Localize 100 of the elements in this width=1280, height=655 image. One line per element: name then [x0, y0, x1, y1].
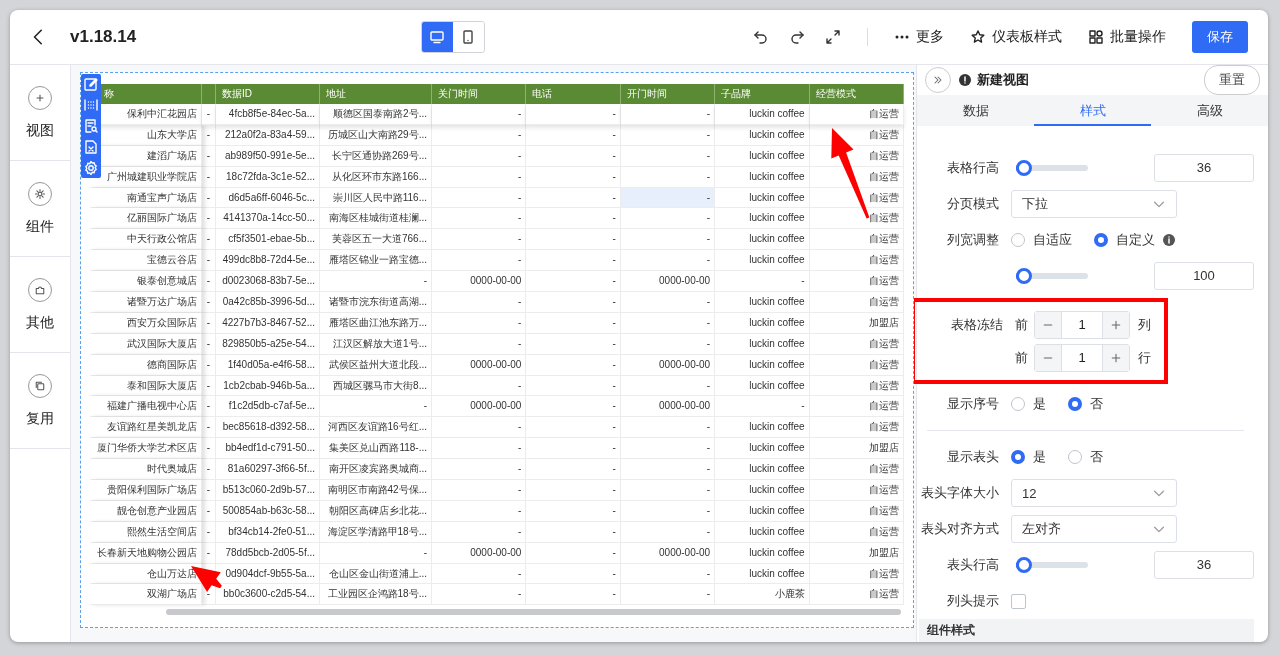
- table-cell: -: [620, 438, 716, 460]
- table-cell: luckin coffee: [715, 354, 810, 376]
- sidebar-item[interactable]: 其他: [10, 257, 70, 353]
- table-cell: -: [432, 250, 527, 272]
- table-cell: luckin coffee: [715, 333, 810, 355]
- table-cell: -: [526, 145, 621, 167]
- table-cell: 0000-00-00: [432, 396, 527, 418]
- table-cell: 自运营: [809, 208, 904, 230]
- table-cell: 顺德区国泰南路2号...: [320, 104, 432, 125]
- table-cell: luckin coffee: [715, 229, 810, 251]
- setting-label: 显示序号: [946, 395, 999, 413]
- table-cell: 宝德云谷店: [90, 250, 202, 272]
- table-cell: luckin coffee: [715, 521, 810, 543]
- table-cell: 自运营: [809, 417, 904, 439]
- table-cell: -: [432, 292, 527, 313]
- table-cell: 诸暨万达广场店: [90, 292, 202, 313]
- table-cell: luckin coffee: [715, 542, 810, 564]
- table-cell: -: [715, 396, 810, 418]
- table-cell: -: [526, 584, 621, 606]
- table-cell: -: [432, 375, 527, 397]
- table-cell: -: [202, 500, 216, 522]
- column-header: 地址: [320, 84, 432, 104]
- table-cell: -: [526, 500, 621, 522]
- table-cell: -: [526, 438, 621, 460]
- table-cell: 南开区凌宾路奥城商...: [320, 459, 432, 481]
- table-cell: luckin coffee: [715, 124, 810, 146]
- panel-tab[interactable]: 样式: [1034, 95, 1151, 126]
- table-cell: 南海区桂城街道桂澜...: [320, 208, 432, 230]
- table-cell: bb4edf1d-c791-50...: [216, 438, 320, 460]
- table-cell: -: [432, 208, 527, 230]
- toolbar-action[interactable]: 更多: [894, 28, 944, 46]
- table-cell: luckin coffee: [715, 145, 810, 167]
- table-cell: 集美区兑山西路118-...: [320, 438, 432, 460]
- table-cell: 南通宝声广场店: [90, 187, 202, 209]
- panel-tab[interactable]: 数据: [917, 95, 1034, 126]
- column-header: 子品牌: [715, 84, 810, 104]
- table-cell: 自运营: [809, 459, 904, 481]
- table-cell: -: [526, 166, 621, 188]
- table-cell: 西安万众国际店: [90, 312, 202, 334]
- table-cell: 靓仓创意产业园店: [90, 500, 202, 522]
- table-cell: -: [526, 396, 621, 418]
- table-cell: 小鹿茶: [715, 584, 810, 606]
- table-cell: -: [202, 375, 216, 397]
- table-cell: -: [620, 229, 716, 251]
- table-cell: 499dc8b8-72d4-5e...: [216, 250, 320, 272]
- radio-label: 否: [1090, 395, 1103, 413]
- table-cell: 中天行政公馆店: [90, 229, 202, 251]
- sidebar-item[interactable]: 复用: [10, 353, 70, 449]
- table-cell: -: [432, 480, 527, 501]
- radio-label: 自适应: [1033, 231, 1072, 249]
- sidebar-item[interactable]: 视图: [10, 65, 70, 161]
- table-cell: -: [526, 459, 621, 481]
- toolbar-action[interactable]: 仪表板样式: [970, 28, 1062, 46]
- radio-label: 是: [1033, 448, 1046, 466]
- radio-label: 自定义: [1116, 231, 1155, 249]
- table-cell: d0023068-83b7-5e...: [216, 271, 320, 292]
- sidebar-item[interactable]: 组件: [10, 161, 70, 257]
- table-cell: -: [620, 459, 716, 481]
- stepper-prefix: 前: [1015, 315, 1028, 334]
- table-cell: 亿丽国际广场店: [90, 208, 202, 230]
- table-cell: -: [202, 354, 216, 376]
- number-field[interactable]: 36: [1154, 154, 1254, 182]
- dropdown[interactable]: 左对齐: [1011, 515, 1177, 543]
- table-cell: -: [202, 542, 216, 564]
- column-header: 关门时间: [432, 84, 527, 104]
- table-cell: 崇川区人民中路116...: [320, 187, 432, 209]
- table-cell: 贵阳保利国际广场店: [90, 480, 202, 501]
- table-cell: 友谊路红星美凯龙店: [90, 417, 202, 439]
- table-cell: -: [432, 229, 527, 251]
- save-button[interactable]: 保存: [1192, 21, 1248, 53]
- dropdown[interactable]: 下拉: [1011, 190, 1177, 218]
- table-cell: luckin coffee: [715, 104, 810, 125]
- table-cell: -: [202, 292, 216, 313]
- table-cell: 自运营: [809, 250, 904, 272]
- number-field[interactable]: 100: [1154, 262, 1254, 290]
- table-cell: -: [432, 521, 527, 543]
- number-field[interactable]: 36: [1154, 551, 1254, 579]
- setting-label: 表格冻结: [950, 315, 1003, 334]
- table-cell: 829850b5-a25e-54...: [216, 333, 320, 355]
- table-cell: -: [526, 292, 621, 313]
- table-cell: 诸暨市浣东街道高湖...: [320, 292, 432, 313]
- table-cell: -: [620, 480, 716, 501]
- column-header: 电话: [526, 84, 621, 104]
- table-cell: 自运营: [809, 229, 904, 251]
- table-cell: 从化区环市东路166...: [320, 166, 432, 188]
- radio-label: 是: [1033, 395, 1046, 413]
- reset-button[interactable]: 重置: [1204, 65, 1260, 95]
- table-cell: f1c2d5db-c7af-5e...: [216, 396, 320, 418]
- dropdown[interactable]: 12: [1011, 479, 1177, 507]
- table-cell: 厦门华侨大学艺术区店: [90, 438, 202, 460]
- table-cell: 西城区骡马市大街8...: [320, 375, 432, 397]
- panel-tab[interactable]: 高级: [1151, 95, 1268, 126]
- table-cell: 工业园区企鸿路18号...: [320, 584, 432, 606]
- table-cell: luckin coffee: [715, 166, 810, 188]
- table-cell: -: [432, 500, 527, 522]
- stepper-suffix: 行: [1138, 348, 1151, 367]
- toolbar-action[interactable]: 批量操作: [1088, 28, 1166, 46]
- table-cell: luckin coffee: [715, 480, 810, 501]
- table-cell: luckin coffee: [715, 417, 810, 439]
- setting-label: 显示表头: [946, 448, 999, 466]
